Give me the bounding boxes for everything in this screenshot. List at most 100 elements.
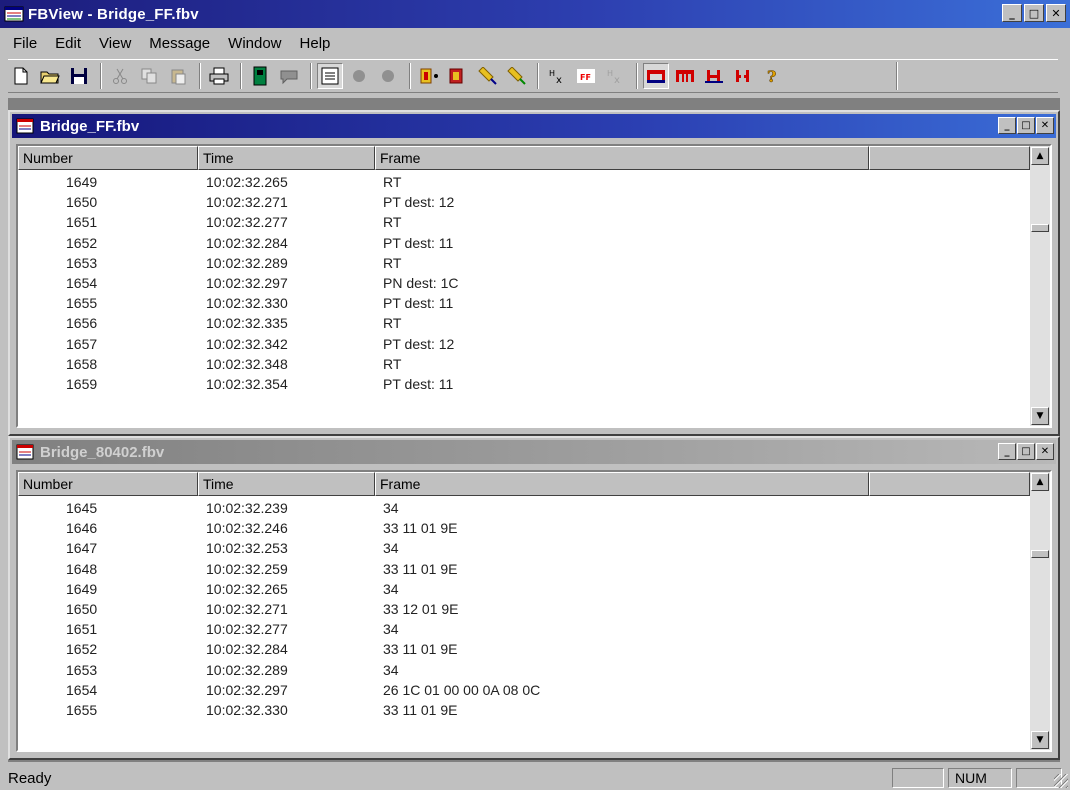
child-title-bar[interactable]: Bridge_80402.fbv _ □ ✕ <box>12 440 1056 464</box>
close-button[interactable]: ✕ <box>1046 4 1066 22</box>
table-row[interactable]: 1659 10:02:32.354 PT dest: 11 <box>18 374 1030 394</box>
table-row[interactable]: 1647 10:02:32.253 34 <box>18 538 1030 558</box>
flag-button[interactable] <box>276 63 302 89</box>
scroll-up-button[interactable]: ▲ <box>1031 147 1049 165</box>
column-header-extra[interactable] <box>869 146 1030 170</box>
cell-number: 1650 <box>66 601 98 618</box>
column-header-frame[interactable]: Frame <box>375 472 869 496</box>
vertical-scrollbar[interactable]: ▲ ▼ <box>1030 472 1050 750</box>
table-row[interactable]: 1653 10:02:32.289 34 <box>18 660 1030 680</box>
child-close-button[interactable]: ✕ <box>1036 443 1054 460</box>
bridge-button[interactable] <box>643 63 669 89</box>
probe-button[interactable] <box>474 63 500 89</box>
column-header-number[interactable]: Number <box>18 146 198 170</box>
child-minimize-button[interactable]: _ <box>998 443 1016 460</box>
menu-edit[interactable]: Edit <box>46 35 90 52</box>
record-button[interactable] <box>346 63 372 89</box>
table-row[interactable]: 1650 10:02:32.271 33 12 01 9E <box>18 599 1030 619</box>
vertical-scrollbar[interactable]: ▲ ▼ <box>1030 146 1050 426</box>
paste-icon <box>171 69 186 85</box>
document-icon <box>16 118 34 134</box>
column-header-number[interactable]: Number <box>18 472 198 496</box>
table-row[interactable]: 1658 10:02:32.348 RT <box>18 354 1030 374</box>
table-row[interactable]: 1654 10:02:32.297 26 1C 01 00 00 0A 08 0C <box>18 680 1030 700</box>
cell-number: 1655 <box>66 295 98 312</box>
table-row[interactable]: 1651 10:02:32.277 RT <box>18 212 1030 232</box>
resize-grip[interactable] <box>1054 774 1068 788</box>
frame-list[interactable]: Number Time Frame 1645 10:02:32.239 34 1646… <box>16 470 1052 752</box>
child-maximize-button[interactable]: □ <box>1017 117 1035 134</box>
column-header-extra[interactable] <box>869 472 1030 496</box>
new-button[interactable] <box>8 63 34 89</box>
cell-time: 10:02:32.354 <box>206 375 288 392</box>
child-window-bridge-80402[interactable]: Bridge_80402.fbv _ □ ✕ Number Time Frame… <box>8 436 1060 760</box>
scroll-down-button[interactable]: ▼ <box>1031 731 1049 749</box>
bridge-dashed-button[interactable] <box>672 63 698 89</box>
table-row[interactable]: 1649 10:02:32.265 34 <box>18 579 1030 599</box>
cell-time: 10:02:32.330 <box>206 295 288 312</box>
table-row[interactable]: 1649 10:02:32.265 RT <box>18 172 1030 192</box>
menu-view[interactable]: View <box>90 35 140 52</box>
cut-button[interactable] <box>107 63 133 89</box>
toolbar-separator <box>100 63 102 89</box>
menu-help[interactable]: Help <box>291 35 340 52</box>
app-title-bar[interactable]: FBView - Bridge_FF.fbv _ □ ✕ <box>0 0 1070 28</box>
child-title-bar[interactable]: Bridge_FF.fbv _ □ ✕ <box>12 114 1056 138</box>
cell-number: 1657 <box>66 335 98 352</box>
maximize-button[interactable]: □ <box>1024 4 1044 22</box>
scroll-down-button[interactable]: ▼ <box>1031 407 1049 425</box>
node-button[interactable] <box>416 63 442 89</box>
cell-frame: PT dest: 11 <box>383 295 454 312</box>
table-row[interactable]: 1655 10:02:32.330 PT dest: 11 <box>18 293 1030 313</box>
hex-button[interactable]: Hx <box>544 63 570 89</box>
cell-frame: 34 <box>383 661 399 678</box>
open-button[interactable] <box>37 63 63 89</box>
cell-time: 10:02:32.265 <box>206 580 288 597</box>
child-minimize-button[interactable]: _ <box>998 117 1016 134</box>
scroll-up-button[interactable]: ▲ <box>1031 473 1049 491</box>
child-close-button[interactable]: ✕ <box>1036 117 1054 134</box>
table-row[interactable]: 1656 10:02:32.335 RT <box>18 313 1030 333</box>
bridge-red-button[interactable] <box>701 63 727 89</box>
table-row[interactable]: 1648 10:02:32.259 33 11 01 9E <box>18 559 1030 579</box>
table-row[interactable]: 1655 10:02:32.330 33 11 01 9E <box>18 700 1030 720</box>
child-window-bridge-ff[interactable]: Bridge_FF.fbv _ □ ✕ Number Time Frame 16… <box>8 110 1060 436</box>
table-row[interactable]: 1652 10:02:32.284 33 11 01 9E <box>18 639 1030 659</box>
column-header-frame[interactable]: Frame <box>375 146 869 170</box>
hex-disabled-button[interactable]: Hx <box>602 63 628 89</box>
list-view-button[interactable] <box>317 63 343 89</box>
ff-button[interactable]: FF <box>573 63 599 89</box>
toolbar-separator <box>199 63 201 89</box>
node-red-button[interactable] <box>445 63 471 89</box>
paste-button[interactable] <box>165 63 191 89</box>
minimize-icon: _ <box>1004 445 1010 457</box>
child-maximize-button[interactable]: □ <box>1017 443 1035 460</box>
minimize-button[interactable]: _ <box>1002 4 1022 22</box>
copy-button[interactable] <box>136 63 162 89</box>
column-header-time[interactable]: Time <box>198 146 375 170</box>
menu-message[interactable]: Message <box>140 35 219 52</box>
table-row[interactable]: 1646 10:02:32.246 33 11 01 9E <box>18 518 1030 538</box>
menu-file[interactable]: File <box>4 35 46 52</box>
book-button[interactable] <box>247 63 273 89</box>
table-row[interactable]: 1654 10:02:32.297 PN dest: 1C <box>18 273 1030 293</box>
probe-out-button[interactable] <box>503 63 529 89</box>
network-node-red-icon <box>449 68 463 84</box>
table-row[interactable]: 1657 10:02:32.342 PT dest: 12 <box>18 334 1030 354</box>
table-row[interactable]: 1652 10:02:32.284 PT dest: 11 <box>18 233 1030 253</box>
table-row[interactable]: 1651 10:02:32.277 34 <box>18 619 1030 639</box>
cell-frame: 33 11 01 9E <box>383 560 458 577</box>
column-header-time[interactable]: Time <box>198 472 375 496</box>
help-button[interactable]: ? <box>759 63 785 89</box>
menu-window[interactable]: Window <box>219 35 290 52</box>
table-row[interactable]: 1645 10:02:32.239 34 <box>18 498 1030 518</box>
table-row[interactable]: 1650 10:02:32.271 PT dest: 12 <box>18 192 1030 212</box>
bridge-red-dashed-button[interactable] <box>730 63 756 89</box>
print-button[interactable] <box>206 63 232 89</box>
stop-button[interactable] <box>375 63 401 89</box>
scroll-thumb[interactable] <box>1031 224 1049 232</box>
table-row[interactable]: 1653 10:02:32.289 RT <box>18 253 1030 273</box>
frame-list[interactable]: Number Time Frame 1649 10:02:32.265 RT 1650… <box>16 144 1052 428</box>
save-button[interactable] <box>66 63 92 89</box>
scroll-thumb[interactable] <box>1031 549 1049 558</box>
